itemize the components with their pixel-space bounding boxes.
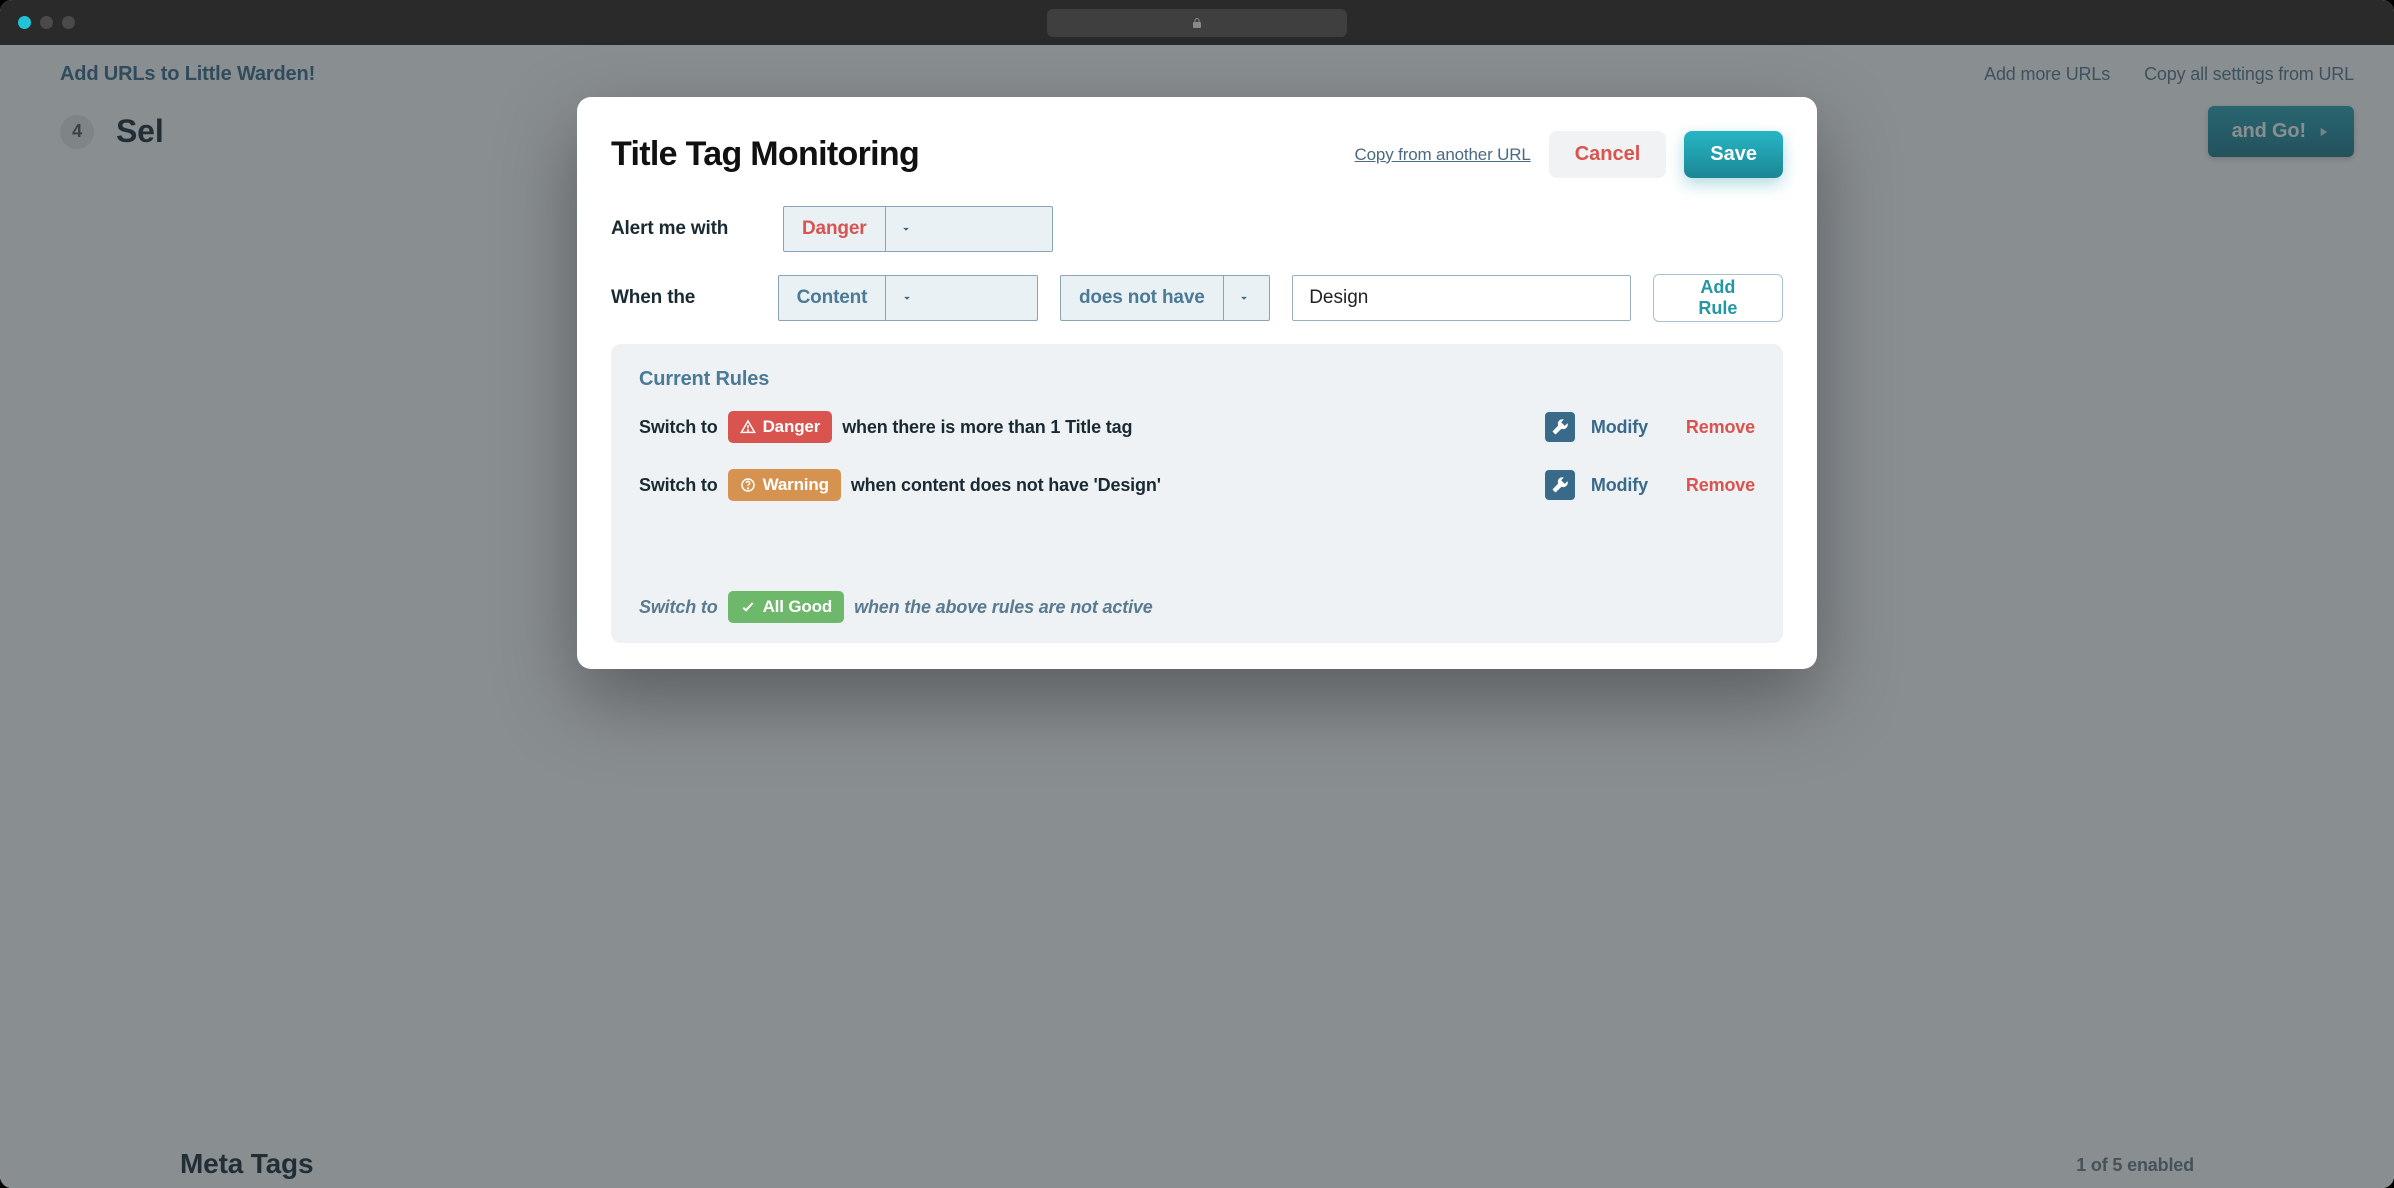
switch-to-label: Switch to [639,417,718,438]
app-window: Add URLs to Little Warden! Add more URLs… [0,0,2394,1188]
modify-button[interactable]: Modify [1591,417,1648,438]
condition-select[interactable]: does not have [1060,275,1270,321]
when-label: When the [611,287,756,309]
remove-button[interactable]: Remove [1686,475,1755,496]
minimize-window-icon[interactable] [40,16,53,29]
badge-label: Warning [763,475,829,495]
question-circle-icon [740,477,756,493]
switch-to-label: Switch to [639,597,718,618]
modal-title: Title Tag Monitoring [611,135,919,174]
condition-value: does not have [1061,276,1223,320]
current-rules-title: Current Rules [639,368,1755,391]
titlebar [0,0,2394,45]
remove-button[interactable]: Remove [1686,417,1755,438]
subject-select[interactable]: Content [778,275,1038,321]
rule-text: when content does not have 'Design' [851,475,1161,496]
value-input[interactable] [1292,275,1631,321]
copy-from-url-link[interactable]: Copy from another URL [1355,145,1531,165]
chevron-down-icon [1223,276,1265,320]
chevron-down-icon [885,207,927,251]
rule-text: when there is more than 1 Title tag [842,417,1132,438]
badge-label: Danger [763,417,821,437]
switch-to-label: Switch to [639,475,718,496]
alert-level-value: Danger [784,207,885,251]
maximize-window-icon[interactable] [62,16,75,29]
all-good-badge: All Good [728,591,845,623]
wrench-icon[interactable] [1545,470,1575,500]
window-controls [18,16,75,29]
alert-level-select[interactable]: Danger [783,206,1053,252]
modify-button[interactable]: Modify [1591,475,1648,496]
alert-triangle-icon [740,419,756,435]
rule-row: Switch to Danger when there is more than… [639,411,1755,443]
fallback-text: when the above rules are not active [854,597,1153,618]
add-rule-button[interactable]: Add Rule [1653,274,1783,322]
lock-icon [1191,17,1203,29]
title-tag-monitoring-modal: Title Tag Monitoring Copy from another U… [577,97,1817,669]
subject-value: Content [779,276,886,320]
warning-badge: Warning [728,469,841,501]
badge-label: All Good [763,597,833,617]
current-rules-panel: Current Rules Switch to Danger when ther… [611,344,1783,643]
alert-label: Alert me with [611,218,761,240]
danger-badge: Danger [728,411,833,443]
modal-scrim[interactable]: Title Tag Monitoring Copy from another U… [0,45,2394,1188]
chevron-down-icon [885,276,927,320]
check-icon [740,599,756,615]
fallback-rule: Switch to All Good when the above rules … [639,591,1755,623]
close-window-icon[interactable] [18,16,31,29]
wrench-icon[interactable] [1545,412,1575,442]
cancel-button[interactable]: Cancel [1549,131,1667,178]
save-button[interactable]: Save [1684,131,1783,178]
browser-url-field[interactable] [1047,9,1347,37]
rule-row: Switch to Warning when content does not … [639,469,1755,501]
